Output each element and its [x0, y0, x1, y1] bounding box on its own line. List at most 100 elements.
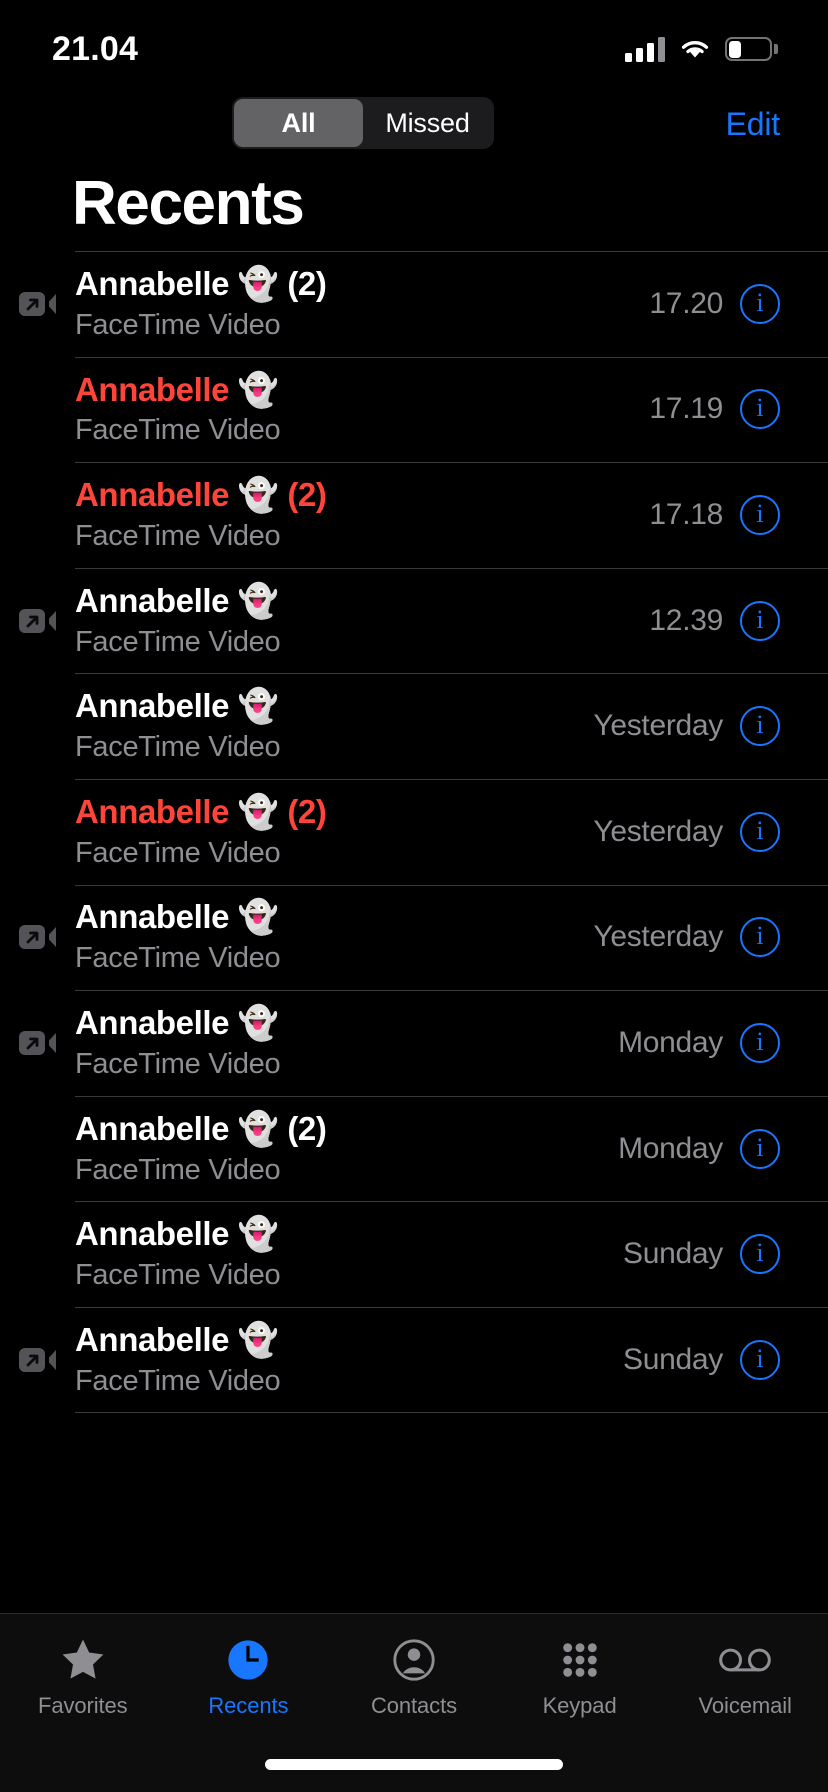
call-list-row[interactable]: Annabelle 👻 (2) FaceTime Video Monday i	[0, 1095, 828, 1202]
tab-voicemail[interactable]: Voicemail	[662, 1632, 828, 1719]
call-info-button[interactable]: i	[740, 1128, 780, 1169]
tab-recents[interactable]: Recents	[166, 1632, 332, 1719]
call-row-timestamp: Sunday	[623, 1237, 723, 1271]
recents-call-list[interactable]: Annabelle 👻 (2) FaceTime Video 17.20 i Annab…	[0, 251, 828, 1413]
status-bar-indicators	[625, 30, 778, 62]
phone-recents-screen: 21.04 All Missed Edit Recents Annabelle …	[0, 0, 828, 1792]
call-list-row[interactable]: Annabelle 👻 FaceTime Video Yesterday i	[0, 884, 828, 991]
outgoing-facetime-video-icon	[18, 606, 58, 636]
call-list-row[interactable]: Annabelle 👻 FaceTime Video Sunday i	[0, 1201, 828, 1307]
call-row-text: Annabelle 👻 FaceTime Video	[75, 1004, 618, 1082]
call-row-subtitle: FaceTime Video	[75, 1364, 281, 1397]
star-icon	[55, 1632, 111, 1688]
call-row-timestamp: 17.18	[649, 497, 723, 531]
segment-all[interactable]: All	[234, 99, 363, 147]
call-row-name: Annabelle 👻	[75, 1215, 279, 1253]
outgoing-facetime-video-icon	[18, 1028, 58, 1058]
call-row-timestamp: 17.19	[649, 392, 723, 426]
call-row-subtitle: FaceTime Video	[75, 836, 281, 869]
keypad-grid-icon	[552, 1632, 608, 1688]
call-row-text: Annabelle 👻 FaceTime Video	[75, 582, 649, 660]
call-info-button[interactable]: i	[740, 283, 780, 324]
call-row-text: Annabelle 👻 (2) FaceTime Video	[75, 1110, 618, 1188]
voicemail-icon	[717, 1632, 773, 1688]
page-title: Recents	[72, 169, 305, 238]
outgoing-facetime-video-icon	[18, 922, 58, 952]
outgoing-facetime-video-icon	[18, 1345, 58, 1375]
call-row-timestamp: 17.20	[649, 286, 723, 320]
call-row-text: Annabelle 👻 FaceTime Video	[75, 1215, 623, 1293]
call-row-subtitle: FaceTime Video	[75, 1153, 281, 1186]
tab-label: Voicemail	[698, 1693, 792, 1718]
edit-button[interactable]: Edit	[726, 106, 781, 143]
call-row-text: Annabelle 👻 FaceTime Video	[75, 687, 593, 765]
call-row-trailing: 12.39 i	[649, 600, 780, 641]
call-row-trailing: Yesterday i	[593, 811, 780, 852]
status-bar-time: 21.04	[52, 30, 139, 68]
call-info-button[interactable]: i	[740, 1339, 780, 1380]
call-row-name-missed: Annabelle 👻	[75, 370, 279, 408]
tab-label: Recents	[208, 1693, 289, 1718]
tab-contacts[interactable]: Contacts	[331, 1632, 497, 1719]
call-row-subtitle: FaceTime Video	[75, 1259, 281, 1292]
call-info-button[interactable]: i	[740, 1022, 780, 1063]
call-info-button[interactable]: i	[740, 1234, 780, 1275]
status-bar: 21.04	[0, 0, 828, 92]
wifi-icon	[679, 37, 711, 61]
call-row-text: Annabelle 👻 (2) FaceTime Video	[75, 476, 649, 554]
call-info-button[interactable]: i	[740, 811, 780, 852]
outgoing-facetime-video-icon	[18, 289, 58, 319]
call-row-trailing: Monday i	[618, 1022, 780, 1063]
call-row-trailing: Sunday i	[623, 1339, 780, 1380]
call-row-text: Annabelle 👻 FaceTime Video	[75, 371, 649, 449]
battery-icon	[725, 37, 778, 61]
call-row-trailing: Monday i	[618, 1128, 780, 1169]
call-row-name: Annabelle 👻	[75, 687, 279, 725]
call-list-row[interactable]: Annabelle 👻 FaceTime Video Monday i	[0, 990, 828, 1096]
call-list-row[interactable]: Annabelle 👻 FaceTime Video Sunday i	[0, 1306, 828, 1413]
call-row-trailing: 17.19 i	[649, 389, 780, 430]
person-circle-icon	[386, 1632, 442, 1688]
tab-label: Contacts	[370, 1693, 457, 1718]
call-row-timestamp: Monday	[618, 1025, 723, 1059]
call-row-name: Annabelle 👻 (2)	[75, 264, 327, 302]
call-info-button[interactable]: i	[740, 389, 780, 430]
call-row-trailing: Yesterday i	[593, 706, 780, 747]
call-row-trailing: Yesterday i	[593, 917, 780, 958]
call-row-text: Annabelle 👻 FaceTime Video	[75, 1321, 623, 1399]
tab-label: Favorites	[38, 1693, 128, 1718]
call-row-timestamp: Yesterday	[593, 920, 723, 954]
call-row-subtitle: FaceTime Video	[75, 414, 281, 447]
call-row-name: Annabelle 👻	[75, 1320, 279, 1358]
call-list-row[interactable]: Annabelle 👻 (2) FaceTime Video 17.18 i	[0, 462, 828, 568]
tab-favorites[interactable]: Favorites	[0, 1632, 166, 1719]
calls-filter-segmented-control[interactable]: All Missed	[232, 97, 494, 149]
call-row-timestamp: Monday	[618, 1131, 723, 1165]
call-row-name: Annabelle 👻	[75, 581, 279, 619]
call-info-button[interactable]: i	[740, 600, 780, 641]
call-list-row[interactable]: Annabelle 👻 (2) FaceTime Video Yesterday i	[0, 778, 828, 885]
call-row-text: Annabelle 👻 (2) FaceTime Video	[75, 793, 593, 871]
call-row-timestamp: Sunday	[623, 1342, 723, 1376]
call-list-row[interactable]: Annabelle 👻 FaceTime Video 17.19 i	[0, 356, 828, 463]
call-row-subtitle: FaceTime Video	[75, 308, 281, 341]
call-row-subtitle: FaceTime Video	[75, 1048, 281, 1081]
call-info-button[interactable]: i	[740, 706, 780, 747]
tab-keypad[interactable]: Keypad	[497, 1632, 663, 1719]
call-row-subtitle: FaceTime Video	[75, 942, 281, 975]
call-list-row[interactable]: Annabelle 👻 FaceTime Video Yesterday i	[0, 673, 828, 779]
call-row-text: Annabelle 👻 FaceTime Video	[75, 898, 593, 976]
call-list-row[interactable]: Annabelle 👻 FaceTime Video 12.39 i	[0, 567, 828, 674]
home-indicator	[265, 1759, 563, 1770]
call-list-row[interactable]: Annabelle 👻 (2) FaceTime Video 17.20 i	[0, 251, 828, 357]
call-row-timestamp: 12.39	[649, 603, 723, 637]
segment-missed[interactable]: Missed	[363, 99, 492, 147]
call-row-name: Annabelle 👻	[75, 898, 279, 936]
call-row-trailing: Sunday i	[623, 1234, 780, 1275]
navigation-bar: All Missed Edit	[0, 92, 828, 164]
call-row-trailing: 17.18 i	[649, 494, 780, 535]
call-info-button[interactable]: i	[740, 917, 780, 958]
call-info-button[interactable]: i	[740, 494, 780, 535]
clock-icon	[220, 1632, 276, 1688]
cellular-signal-icon	[625, 36, 665, 62]
